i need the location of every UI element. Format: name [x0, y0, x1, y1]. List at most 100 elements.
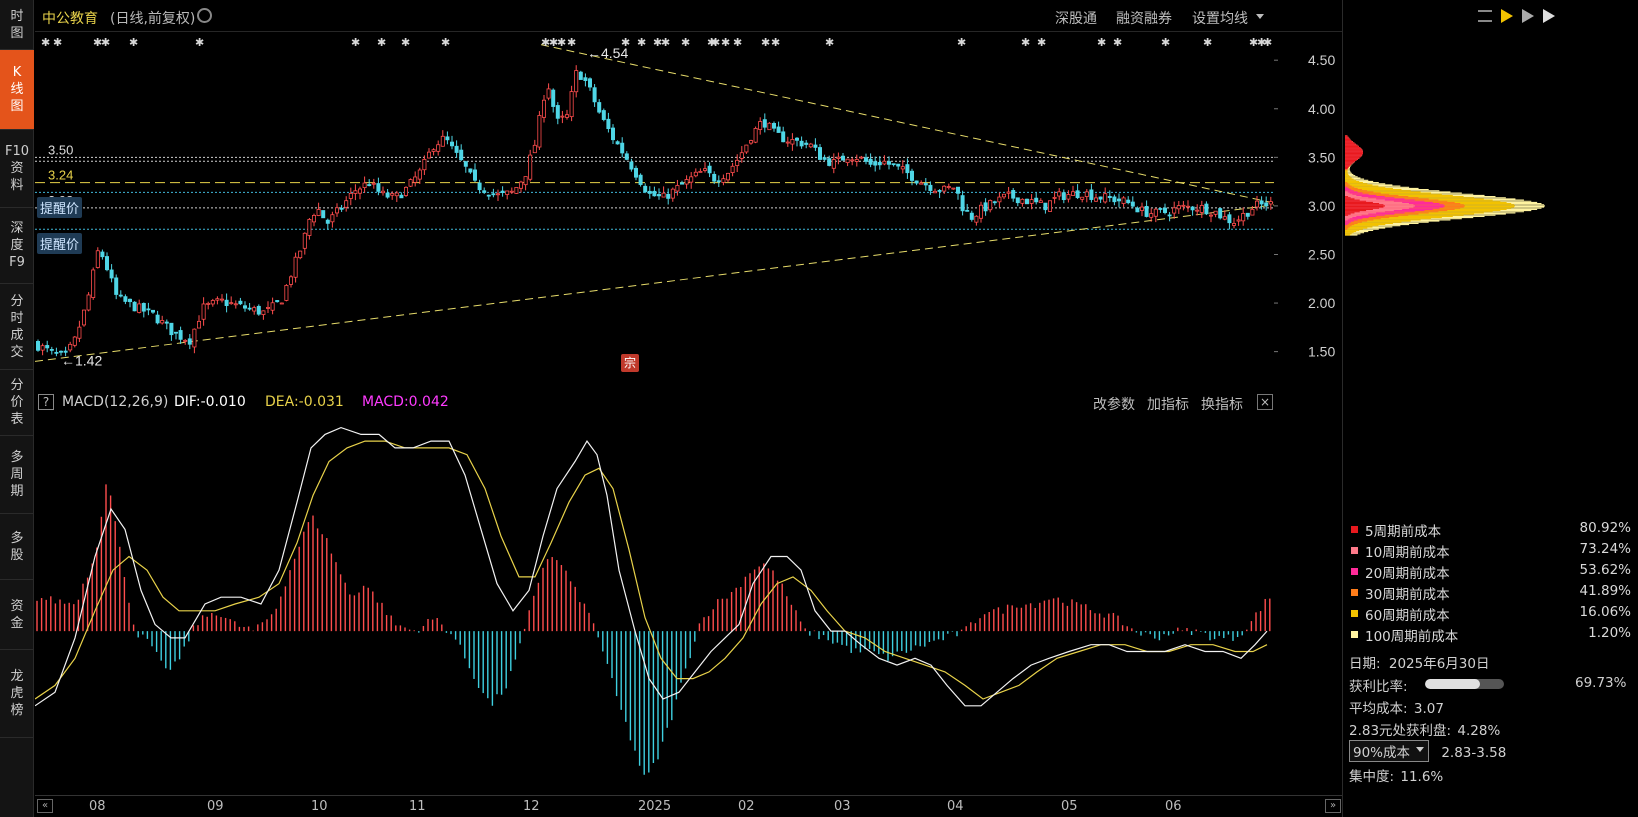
cost-select[interactable]: 90%成本: [1349, 740, 1430, 762]
profit-ratio-value: 69.73%: [1575, 675, 1627, 691]
cost-row-name: 100周期前成本: [1365, 629, 1459, 645]
event-marker-icon: ✱: [1113, 36, 1122, 49]
sidebar-item-label: 股: [10, 547, 24, 563]
support-trendline: [35, 204, 1274, 362]
sidebar-item-label: 料: [10, 178, 24, 193]
link-shenzhen-connect[interactable]: 深股通: [1055, 8, 1097, 28]
candle-body: [238, 300, 243, 305]
price-tick-label: 4.00: [1308, 101, 1335, 117]
candle-body: [1264, 202, 1269, 207]
price-tick-label: 3.00: [1308, 198, 1335, 214]
sidebar-item-1[interactable]: K线图: [0, 50, 34, 130]
edit-params-button[interactable]: 改参数: [1093, 394, 1135, 414]
sidebar-item-8[interactable]: 资金: [0, 580, 34, 650]
close-icon[interactable]: ×: [1257, 394, 1273, 410]
candle-body: [210, 300, 215, 305]
candle-body: [1227, 214, 1232, 224]
sidebar-item-7[interactable]: 多股: [0, 514, 34, 580]
reminder-price-label[interactable]: 提醒价: [37, 233, 83, 254]
settings-gear-icon[interactable]: [197, 8, 212, 23]
sidebar-item-4[interactable]: 分时成交: [0, 284, 34, 370]
stock-name[interactable]: 中公教育: [42, 8, 98, 28]
sidebar-item-3[interactable]: 深度 F9: [0, 208, 34, 284]
candle-body: [689, 176, 694, 183]
candle-body: [486, 194, 491, 197]
candle-body: [353, 190, 358, 194]
candle-body: [141, 302, 146, 312]
list-icon[interactable]: [1478, 10, 1492, 22]
date-value: 2025年6月30日: [1388, 656, 1490, 672]
candle-body: [873, 161, 878, 166]
candle-body: [454, 145, 459, 153]
candle-body: [868, 158, 873, 165]
price-chart[interactable]: 3.503.242.98←4.54←1.42✱✱✱✱✱✱✱✱✱✱✱✱✱✱✱✱✱✱…: [35, 33, 1274, 373]
candle-body: [1204, 203, 1209, 215]
candle-body: [49, 349, 54, 351]
price-axis: 4.50 4.00 3.50 3.00 2.50 2.00 1.50: [1274, 52, 1335, 360]
event-marker-icon: ✱: [441, 36, 450, 49]
event-marker-icon: ✱: [1161, 36, 1170, 49]
candle-body: [712, 173, 717, 182]
cost-row-pct: 53.62%: [1579, 562, 1631, 578]
candle-body: [265, 307, 270, 309]
sidebar-item-9[interactable]: 龙虎榜: [0, 650, 34, 738]
chip-distribution-panel: 5周期前成本 80.92% 10周期前成本 73.24% 20周期前成本 53.62% 30…: [1342, 0, 1638, 817]
sidebar-item-2[interactable]: F10 资料: [0, 130, 34, 208]
candle-body: [1250, 208, 1255, 216]
time-label: 12: [523, 799, 540, 814]
sidebar-item-label: 成: [10, 327, 24, 343]
candle-body: [477, 182, 482, 191]
sidebar-item-5[interactable]: 分价表: [0, 370, 34, 436]
candle-body: [956, 186, 961, 194]
scroll-left-button[interactable]: «: [37, 799, 53, 813]
macd-header: ? MACD(12,26,9) DIF:-0.010 DEA:-0.031 MA…: [35, 392, 1342, 414]
scroll-right-button[interactable]: »: [1325, 799, 1341, 813]
add-indicator-button[interactable]: 加指标: [1147, 394, 1189, 414]
flag-highlight-icon[interactable]: [1543, 9, 1555, 23]
candle-body: [72, 336, 77, 346]
switch-indicator-button[interactable]: 换指标: [1201, 394, 1243, 414]
sidebar-item-label: 表: [10, 412, 24, 427]
candle-body: [698, 170, 703, 173]
reminder-price-label[interactable]: 提醒价: [37, 197, 83, 218]
candle-body: [1149, 213, 1154, 218]
event-marker-icon: ✱: [681, 36, 690, 49]
sidebar-item-label: 龙: [10, 669, 24, 684]
help-icon[interactable]: ?: [38, 394, 54, 410]
candle-body: [795, 137, 800, 141]
candle-body: [380, 190, 385, 194]
dif-value: DIF:-0.010: [174, 394, 246, 410]
sidebar-item-0[interactable]: 时图: [0, 0, 34, 50]
candle-body: [1089, 189, 1094, 200]
macd-chart[interactable]: 0.280.220.160.100.05-0.01-0.07-0.12-0.18…: [35, 414, 1274, 794]
chip-layers: [1345, 135, 1545, 236]
candle-body: [390, 193, 395, 196]
cost-row-name: 60周期前成本: [1365, 608, 1450, 624]
candle-body: [219, 298, 224, 301]
candle-body: [910, 170, 915, 181]
candle-body: [1080, 196, 1085, 200]
sidebar-item-6[interactable]: 多周期: [0, 436, 34, 514]
price-tick-label: 1.50: [1308, 344, 1335, 360]
flag-icon[interactable]: [1501, 9, 1513, 23]
link-margin-trading[interactable]: 融资融券: [1116, 8, 1172, 28]
candle-body: [942, 185, 947, 192]
profit-ratio-bar: [1425, 679, 1504, 689]
flag-outline-icon[interactable]: [1522, 9, 1534, 23]
candle-body: [528, 154, 533, 180]
event-marker-icon: ✱: [557, 36, 566, 49]
cost-color-swatch: [1351, 547, 1358, 554]
candle-body: [440, 135, 445, 147]
dropdown-caret-icon[interactable]: [1256, 14, 1264, 19]
candle-body: [330, 214, 335, 223]
link-set-ma[interactable]: 设置均线: [1192, 8, 1248, 28]
candle-body: [666, 193, 671, 199]
candle-body: [1043, 202, 1048, 211]
time-label: 05: [1061, 799, 1078, 814]
time-label: 11: [409, 799, 426, 814]
candle-body: [247, 307, 252, 310]
candle-body: [1002, 193, 1007, 198]
cost-row: 30周期前成本 41.89%: [1351, 583, 1631, 603]
event-badge[interactable]: 宗: [621, 354, 639, 372]
profit-ratio-fill: [1425, 679, 1481, 689]
